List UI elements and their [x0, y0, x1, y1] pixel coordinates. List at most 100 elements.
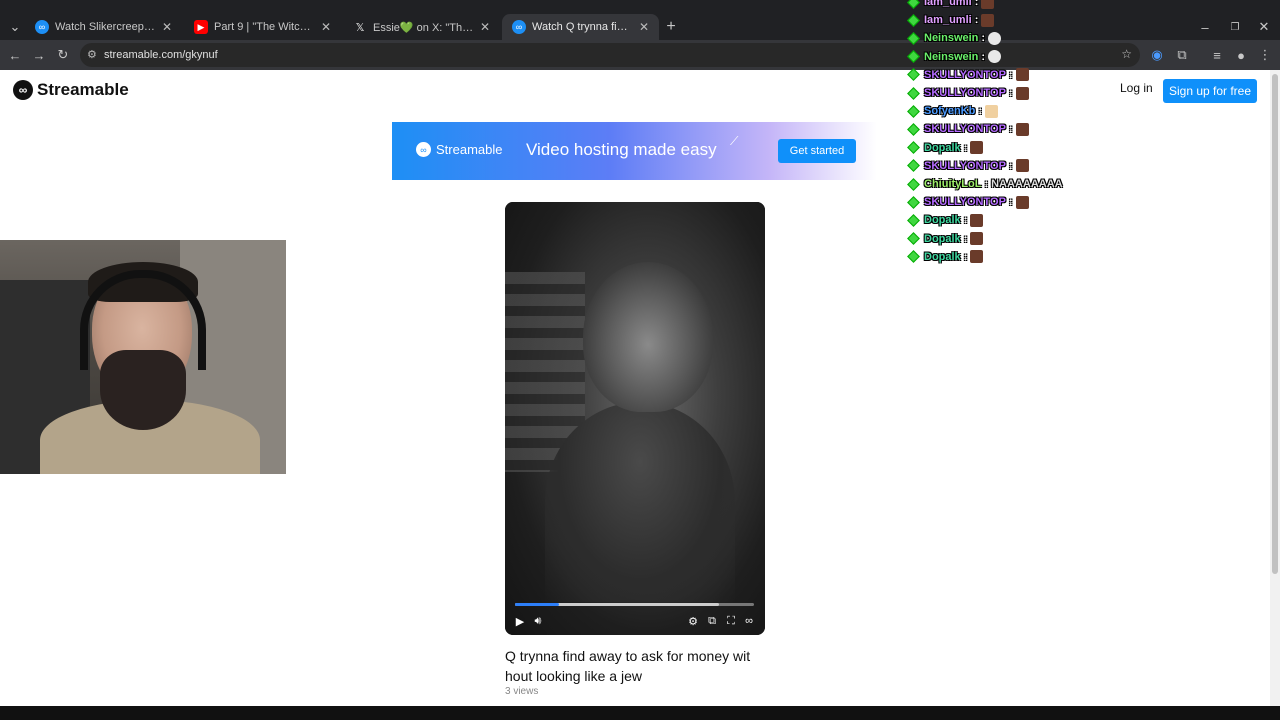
- picture-in-picture-icon[interactable]: ⧉: [705, 614, 719, 628]
- stream-chat-overlay: Iam_umli: Iam_umli: Neinswein: Neinswein: SK…: [905, 0, 1105, 264]
- new-tab-button[interactable]: +: [662, 18, 680, 36]
- chat-message: Iam_umli:: [905, 12, 995, 28]
- chat-message: Dopalk:: [905, 212, 984, 228]
- video-played-bar: [515, 603, 560, 606]
- chat-separator: :: [981, 50, 986, 63]
- chat-username: SKULLYONTOP: [924, 87, 1006, 99]
- tab-1[interactable]: ∞ Watch Slikercreep 3 | Streamable ✕: [25, 14, 182, 40]
- video-player[interactable]: ▶ 🔊︎ ⚙ ⧉ ⛶ ∞: [505, 202, 765, 635]
- banner-logo: ∞ Streamable: [416, 142, 502, 157]
- tab-3[interactable]: 𝕏 Essie💚 on X: "That time NBA Youngboy ✕: [343, 14, 500, 40]
- volume-icon[interactable]: 🔊︎: [531, 614, 545, 628]
- chat-message: SKULLYONTOP:: [905, 158, 1029, 174]
- chat-message: SofyenKb:: [905, 103, 999, 119]
- badge-diamond-icon: [907, 159, 920, 173]
- close-icon[interactable]: ✕: [480, 20, 490, 34]
- face-emote-icon: [1015, 122, 1029, 136]
- chat-separator: :: [1008, 87, 1013, 99]
- chat-separator: :: [1008, 68, 1013, 81]
- face-emote-icon: [1015, 195, 1029, 209]
- chat-username: Dopalk: [924, 214, 961, 227]
- extensions-puzzle-icon[interactable]: ⧉: [1173, 46, 1191, 64]
- profile-avatar-icon[interactable]: ●: [1232, 46, 1250, 64]
- login-link[interactable]: Log in: [1120, 81, 1153, 95]
- settings-gear-icon[interactable]: ⚙: [686, 614, 700, 628]
- video-title: Q trynna find away to ask for money wit …: [505, 648, 751, 684]
- minimize-icon[interactable]: –: [1196, 18, 1214, 36]
- chat-separator: :: [1008, 196, 1013, 209]
- banner-logo-text: Streamable: [436, 142, 503, 157]
- extension-icon[interactable]: ◉: [1148, 46, 1166, 64]
- face-emote-icon: [970, 250, 984, 264]
- close-icon[interactable]: ✕: [321, 20, 331, 34]
- fullscreen-icon[interactable]: ⛶: [724, 614, 738, 628]
- menu-kebab-icon[interactable]: ⋮: [1256, 46, 1274, 64]
- tab-1-label: Watch Slikercreep 3 | Streamable: [55, 21, 156, 33]
- chat-username: Neinswein: [924, 50, 979, 63]
- streamable-logo[interactable]: ∞ Streamable: [13, 80, 129, 100]
- page-scrollbar[interactable]: [1270, 70, 1280, 706]
- badge-diamond-icon: [907, 13, 920, 27]
- face-emote-icon: [970, 232, 984, 246]
- tab-2[interactable]: ▶ Part 9 | "The Witch King of Angmar" ✕: [184, 14, 341, 40]
- chat-username: SKULLYONTOP: [924, 123, 1006, 136]
- chat-message: SKULLYONTOP:: [905, 67, 1029, 83]
- chat-separator: :: [963, 141, 968, 154]
- play-icon[interactable]: ▶: [513, 614, 527, 628]
- face-emote-icon: [1015, 68, 1029, 82]
- badge-diamond-icon: [907, 214, 920, 227]
- url-text: streamable.com/gkynuf: [104, 49, 218, 61]
- face-emote-icon: [970, 141, 984, 155]
- badge-diamond-icon: [907, 250, 920, 264]
- chat-username: Neinswein: [924, 32, 979, 45]
- video-progress-bar[interactable]: [515, 603, 754, 606]
- get-started-button[interactable]: Get started: [778, 139, 856, 163]
- streamable-logo-icon: ∞: [13, 80, 33, 100]
- maximize-icon[interactable]: ❐: [1226, 18, 1244, 36]
- chat-username: Dopalk: [924, 250, 961, 263]
- chat-text: NAAAAAAAA: [991, 178, 1063, 190]
- skull-emote-icon: [988, 31, 1002, 45]
- scrollbar-thumb[interactable]: [1272, 74, 1278, 574]
- tab-4-label: Watch Q trynna find away to ask for: [532, 21, 633, 33]
- media-control-icon[interactable]: ≡: [1208, 46, 1226, 64]
- chat-username: Iam_umli: [924, 14, 972, 27]
- tab-4-active[interactable]: ∞ Watch Q trynna find away to ask for ✕: [502, 14, 659, 40]
- sparkle-icon: ⟋: [730, 134, 739, 148]
- tab-search-icon[interactable]: ⌄: [6, 18, 24, 36]
- chat-username: SKULLYONTOP: [924, 196, 1006, 209]
- back-arrow-icon[interactable]: ←: [6, 46, 24, 64]
- streamable-watermark-icon[interactable]: ∞: [742, 614, 756, 628]
- badge-diamond-icon: [907, 68, 920, 82]
- tab-3-label: Essie💚 on X: "That time NBA Youngboy: [373, 21, 474, 34]
- bookmark-star-icon[interactable]: ☆: [1121, 47, 1132, 61]
- streamable-favicon-icon: ∞: [512, 20, 526, 34]
- promo-banner[interactable]: ∞ Streamable Video hosting made easy ⟋ G…: [392, 122, 877, 180]
- site-info-icon[interactable]: ⚙: [87, 48, 97, 61]
- reload-icon[interactable]: ↻: [54, 46, 72, 64]
- forward-arrow-icon[interactable]: →: [30, 46, 48, 64]
- signup-button[interactable]: Sign up for free: [1163, 79, 1257, 103]
- chat-username: SofyenKb: [924, 105, 976, 118]
- close-icon[interactable]: ✕: [162, 20, 172, 34]
- chat-username: SKULLYONTOP: [924, 68, 1006, 81]
- video-subject-head: [583, 262, 713, 412]
- window-close-icon[interactable]: ✕: [1255, 18, 1273, 36]
- video-view-count: 3 views: [505, 686, 539, 697]
- chat-separator: :: [1008, 123, 1013, 136]
- badge-diamond-icon: [907, 50, 920, 63]
- chat-separator: :: [981, 32, 986, 45]
- webcam-overlay: [0, 240, 286, 474]
- tab-2-label: Part 9 | "The Witch King of Angmar": [214, 21, 315, 33]
- chat-username: Dopalk: [924, 232, 961, 245]
- close-icon[interactable]: ✕: [639, 20, 649, 34]
- chat-message: Neinswein:: [905, 49, 1002, 65]
- chat-username: ChiuityLoL: [924, 178, 982, 190]
- badge-diamond-icon: [907, 0, 920, 9]
- streamable-favicon-icon: ∞: [35, 20, 49, 34]
- badge-diamond-icon: [907, 195, 920, 209]
- taskbar-strip: [0, 706, 1280, 720]
- badge-diamond-icon: [907, 104, 920, 118]
- chat-message: ChiuityLoL: NAAAAAAAA: [905, 176, 1063, 192]
- chat-separator: :: [963, 214, 968, 227]
